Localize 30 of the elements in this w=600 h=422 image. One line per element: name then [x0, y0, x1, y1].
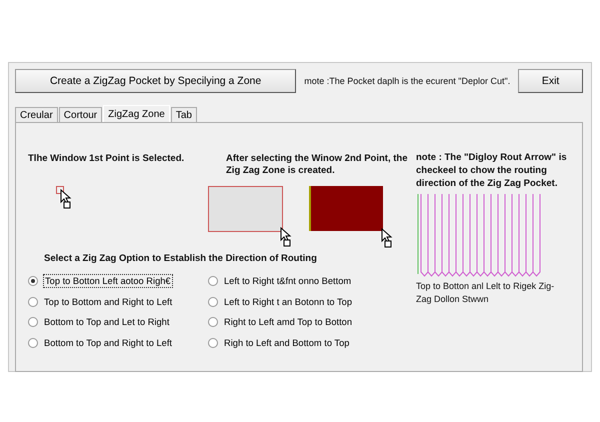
step-caption: After selecting the Winow 2nd Point, the Zig Zag Zone is created. [225, 152, 408, 178]
radio-icon[interactable] [28, 276, 38, 286]
tab[interactable]: Cortour [58, 107, 102, 122]
arrow-note: note : The "Digloy Rout Arrow" is checkeel to chow the routing direction of the Zig Zag Pocket. [416, 151, 568, 190]
direction-radio-option[interactable]: Left to Right t&fnt onno Bettom [208, 271, 408, 292]
routing-caption: Top to Botton anl Lelt to Rigek Zig-Zag Dollon Stwwn [416, 280, 556, 306]
tab[interactable]: ZigZag Zone [103, 105, 170, 122]
direction-radio-option[interactable]: Top to Bottom and Right to Left [28, 292, 208, 312]
depth-note: mote :The Pocket daplh is the ecurent "Deplor Cut". [304, 76, 510, 86]
cursor-icon [381, 228, 393, 248]
direction-radio-option[interactable]: Bottom to Top and Right to Left [28, 332, 208, 353]
tab[interactable]: Tab [170, 107, 197, 122]
cursor-icon [280, 227, 292, 247]
direction-radio-option[interactable]: Righ to Left and Bottom to Top [208, 332, 408, 353]
exit-button[interactable]: Exit [518, 69, 583, 93]
cursor-icon [60, 189, 72, 209]
tab[interactable]: Creular [15, 107, 58, 122]
direction-radio-option[interactable]: Left to Right t an Botonn to Top [208, 292, 408, 312]
radio-icon[interactable] [208, 296, 218, 307]
radio-icon[interactable] [28, 338, 38, 348]
direction-radio-option[interactable]: Bottom to Top and Let to Right [28, 312, 208, 332]
direction-radio-option[interactable]: Right to Left amd Top to Botton [208, 312, 408, 332]
radio-icon[interactable] [28, 296, 38, 307]
radio-icon[interactable] [208, 338, 218, 348]
radio-icon[interactable] [208, 276, 218, 286]
options-heading: Select a Zig Zag Option to Establish the Direction of Routing [44, 253, 318, 264]
radio-icon[interactable] [208, 317, 218, 328]
create-zone-button[interactable]: Create a ZigZag Pocket by Specilying a Zone [15, 69, 296, 93]
radio-icon[interactable] [28, 317, 38, 328]
step-caption: Tlhe Window 1st Point is Selected. [28, 152, 186, 166]
